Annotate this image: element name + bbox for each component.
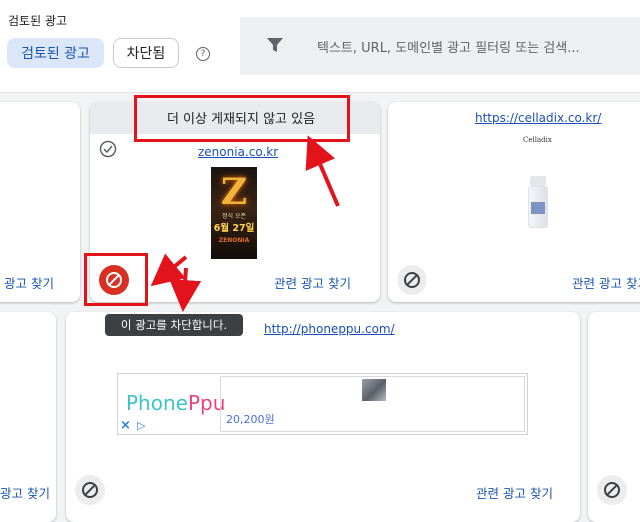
arrow-icon (305, 135, 340, 207)
arrow-icon (169, 267, 202, 312)
block-tooltip: 이 광고를 차단합니다. (105, 314, 243, 336)
arrow-icon (150, 253, 188, 287)
annotation-arrows (150, 135, 340, 312)
